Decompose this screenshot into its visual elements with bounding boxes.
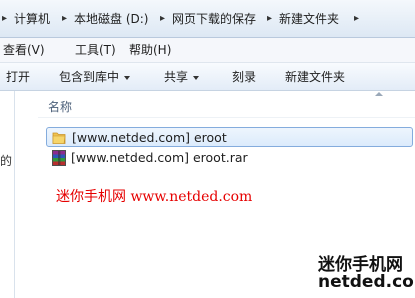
column-header: 名称 xyxy=(38,91,415,118)
file-row[interactable]: [www.netded.com] eroot xyxy=(46,127,413,147)
sort-up-icon xyxy=(375,92,383,96)
navigation-pane[interactable] xyxy=(0,91,15,298)
dropdown-arrow-icon xyxy=(193,75,200,80)
breadcrumb-download-folder[interactable]: 网页下载的保存 xyxy=(172,11,256,27)
watermark-text: 迷你手机网 www.netded.com xyxy=(56,189,253,205)
include-in-library-button[interactable]: 包含到库中 xyxy=(59,68,131,86)
nav-clipped-text: 的 xyxy=(0,154,13,168)
menu-view[interactable]: 查看(V) xyxy=(3,42,45,58)
share-label: 共享 xyxy=(164,70,189,84)
breadcrumb-chevron-icon[interactable]: ▸ xyxy=(62,11,67,27)
file-row[interactable]: [www.netded.com] eroot.rar xyxy=(46,148,413,168)
breadcrumb-chevron-icon[interactable]: ▸ xyxy=(160,11,165,27)
file-name: [www.netded.com] eroot xyxy=(72,130,227,145)
menu-bar xyxy=(0,38,415,63)
breadcrumb-chevron-icon[interactable]: ▸ xyxy=(267,11,272,27)
dropdown-arrow-icon xyxy=(124,75,131,80)
folder-icon xyxy=(52,132,66,144)
breadcrumb-chevron-icon[interactable]: ▸ xyxy=(354,11,359,27)
open-button[interactable]: 打开 xyxy=(6,68,30,86)
menu-tools[interactable]: 工具(T) xyxy=(75,42,116,58)
brand-watermark-line2: netded.com xyxy=(318,272,415,292)
menu-help[interactable]: 帮助(H) xyxy=(129,42,171,58)
include-in-library-label: 包含到库中 xyxy=(59,70,120,84)
column-name-header[interactable]: 名称 xyxy=(48,98,72,115)
file-name: [www.netded.com] eroot.rar xyxy=(71,150,248,165)
share-button[interactable]: 共享 xyxy=(164,68,200,86)
burn-button[interactable]: 刻录 xyxy=(232,68,256,86)
breadcrumb-new-folder[interactable]: 新建文件夹 xyxy=(279,11,339,27)
breadcrumb-computer[interactable]: 计算机 xyxy=(14,11,50,27)
breadcrumb-local-disk[interactable]: 本地磁盘 (D:) xyxy=(74,11,148,27)
breadcrumb-chevron-icon[interactable]: ▸ xyxy=(2,11,7,27)
rar-archive-icon xyxy=(52,150,66,166)
new-folder-button[interactable]: 新建文件夹 xyxy=(285,68,345,86)
